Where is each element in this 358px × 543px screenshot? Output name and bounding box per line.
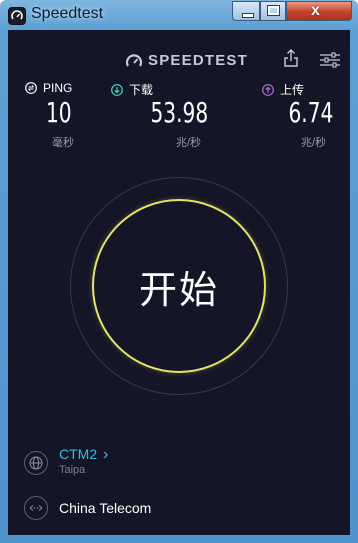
ping-icon	[25, 82, 37, 94]
isp-name: China Telecom	[59, 500, 152, 516]
chevron-right-icon: ›	[103, 446, 109, 463]
app-content: SPEEDTEST PING 10 毫秒 下载 53.98 兆/秒 上传 6.7…	[8, 30, 350, 535]
ping-unit: 毫秒	[52, 137, 74, 149]
ping-stat: PING	[25, 81, 72, 95]
start-test-area: 开始	[70, 177, 288, 395]
isp-row	[24, 496, 48, 520]
logo-text: SPEEDTEST	[148, 52, 248, 69]
download-arrow-icon	[111, 83, 123, 96]
close-button[interactable]: x	[286, 1, 352, 21]
maximize-icon	[267, 5, 280, 16]
title-bar[interactable]: Speedtest x	[0, 0, 358, 30]
maximize-button[interactable]	[260, 1, 286, 21]
upload-arrow-icon	[262, 83, 274, 96]
globe-icon	[24, 451, 48, 475]
close-icon: x	[311, 2, 320, 19]
minimize-button[interactable]	[232, 1, 260, 21]
server-selector[interactable]	[24, 451, 48, 475]
speedtest-logo: SPEEDTEST	[125, 52, 248, 69]
upload-value: 6.74	[288, 96, 333, 129]
window-title: Speedtest	[31, 5, 104, 22]
ping-value: 10	[46, 96, 72, 129]
start-button[interactable]: 开始	[92, 199, 266, 373]
download-label: 下载	[129, 83, 154, 97]
minimize-icon	[242, 13, 254, 18]
gauge-logo-icon	[125, 53, 143, 67]
start-button-label: 开始	[138, 267, 219, 312]
server-name-link[interactable]: CTM2 ›	[59, 446, 108, 464]
ping-label: PING	[43, 81, 73, 95]
settings-sliders-icon[interactable]	[320, 52, 340, 68]
window-frame: Speedtest x SPEEDTEST PING 10 毫秒 下载 53.9…	[0, 0, 358, 543]
upload-unit: 兆/秒	[301, 137, 327, 149]
server-name: CTM2	[59, 446, 98, 462]
download-unit: 兆/秒	[176, 137, 202, 149]
share-icon[interactable]	[284, 49, 298, 67]
download-value: 53.98	[150, 96, 208, 129]
connection-icon	[24, 496, 48, 520]
download-stat: 下载	[111, 81, 153, 98]
speedtest-app-icon	[8, 7, 26, 25]
server-location: Taipa	[59, 464, 86, 476]
